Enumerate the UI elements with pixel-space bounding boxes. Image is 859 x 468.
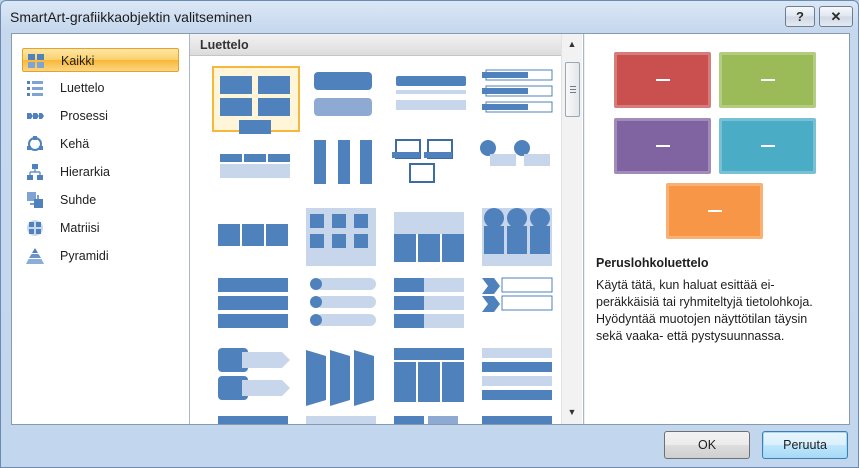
category-item-kaikki[interactable]: Kaikki — [22, 48, 179, 72]
layout-thumbnail[interactable] — [300, 66, 388, 132]
preview-block-purple — [614, 118, 711, 174]
dialog-body: Kaikki Luettelo Prosessi Kehä Hierarkia … — [11, 33, 850, 425]
layout-thumbnail[interactable] — [212, 66, 300, 134]
layout-thumbnail[interactable] — [212, 274, 300, 340]
category-label: Kaikki — [61, 54, 95, 68]
window-title: SmartArt-grafiikkaobjektin valitseminen — [10, 9, 252, 25]
all-icon — [27, 52, 45, 70]
category-label: Pyramidi — [60, 249, 109, 263]
category-item-hierarkia[interactable]: Hierarkia — [22, 160, 179, 184]
preview-block-green — [719, 52, 816, 108]
ok-button[interactable]: OK — [664, 431, 750, 459]
gallery-section-header: Luettelo — [190, 34, 561, 56]
layout-thumbnail[interactable] — [212, 136, 300, 202]
category-label: Matriisi — [60, 221, 100, 235]
layout-thumbnail[interactable] — [476, 410, 564, 424]
smartart-dialog: SmartArt-grafiikkaobjektin valitseminen … — [0, 0, 859, 468]
layout-thumbnail[interactable] — [388, 342, 476, 408]
layout-thumbnail[interactable] — [476, 274, 564, 340]
layout-thumbnail[interactable] — [388, 410, 476, 424]
title-bar: SmartArt-grafiikkaobjektin valitseminen … — [1, 1, 858, 33]
layout-thumbnail[interactable] — [300, 342, 388, 408]
layout-thumbnail[interactable] — [300, 136, 388, 202]
relationship-icon — [26, 191, 44, 209]
process-icon — [26, 107, 44, 125]
layout-thumbnail[interactable] — [476, 206, 564, 272]
category-item-matriisi[interactable]: Matriisi — [22, 216, 179, 240]
help-button[interactable]: ? — [785, 6, 815, 27]
layout-thumbnail[interactable] — [388, 206, 476, 272]
layout-thumbnail[interactable] — [212, 342, 300, 408]
scroll-up-icon[interactable]: ▲ — [562, 36, 582, 53]
category-item-keha[interactable]: Kehä — [22, 132, 179, 156]
scroll-thumb[interactable] — [565, 62, 580, 117]
preview-title: Peruslohkoluettelo — [596, 256, 709, 270]
preview-block-orange — [666, 183, 763, 239]
preview-block-teal — [719, 118, 816, 174]
layout-thumbnail[interactable] — [300, 206, 388, 272]
hierarchy-icon — [26, 163, 44, 181]
layout-thumbnail[interactable] — [476, 342, 564, 408]
cancel-button[interactable]: Peruuta — [762, 431, 848, 459]
pyramid-icon — [26, 247, 44, 265]
layout-thumbnail[interactable] — [388, 66, 476, 132]
cycle-icon — [26, 135, 44, 153]
category-item-pyramidi[interactable]: Pyramidi — [22, 244, 179, 268]
preview-pane: Peruslohkoluettelo Käytä tätä, kun halua… — [585, 34, 849, 424]
layout-thumbnail[interactable] — [476, 66, 564, 132]
layout-thumbnail[interactable] — [300, 410, 388, 424]
layout-gallery: Luettelo ▲ ▼ — [190, 34, 584, 424]
preview-description: Käytä tätä, kun haluat esittää ei-peräkk… — [596, 278, 813, 343]
layout-thumbnail[interactable] — [300, 274, 388, 340]
scroll-down-icon[interactable]: ▼ — [562, 404, 582, 421]
category-list: Kaikki Luettelo Prosessi Kehä Hierarkia … — [12, 34, 190, 424]
category-label: Kehä — [60, 137, 90, 151]
layout-thumbnail[interactable] — [388, 136, 476, 202]
category-item-prosessi[interactable]: Prosessi — [22, 104, 179, 128]
preview-block-red — [614, 52, 711, 108]
close-button[interactable]: ✕ — [819, 6, 853, 27]
gallery-scrollbar[interactable]: ▲ ▼ — [561, 34, 582, 424]
category-item-suhde[interactable]: Suhde — [22, 188, 179, 212]
layout-thumbnail[interactable] — [476, 136, 564, 202]
category-label: Hierarkia — [60, 165, 111, 179]
category-label: Luettelo — [60, 81, 105, 95]
layout-thumbnail[interactable] — [388, 274, 476, 340]
layout-thumbnail[interactable] — [212, 410, 300, 424]
layout-thumbnail[interactable] — [212, 206, 300, 272]
matrix-icon — [26, 219, 44, 237]
category-item-luettelo[interactable]: Luettelo — [22, 76, 179, 100]
category-label: Suhde — [60, 193, 97, 207]
gallery-section-title: Luettelo — [200, 38, 249, 52]
category-label: Prosessi — [60, 109, 108, 123]
list-icon — [26, 79, 44, 97]
